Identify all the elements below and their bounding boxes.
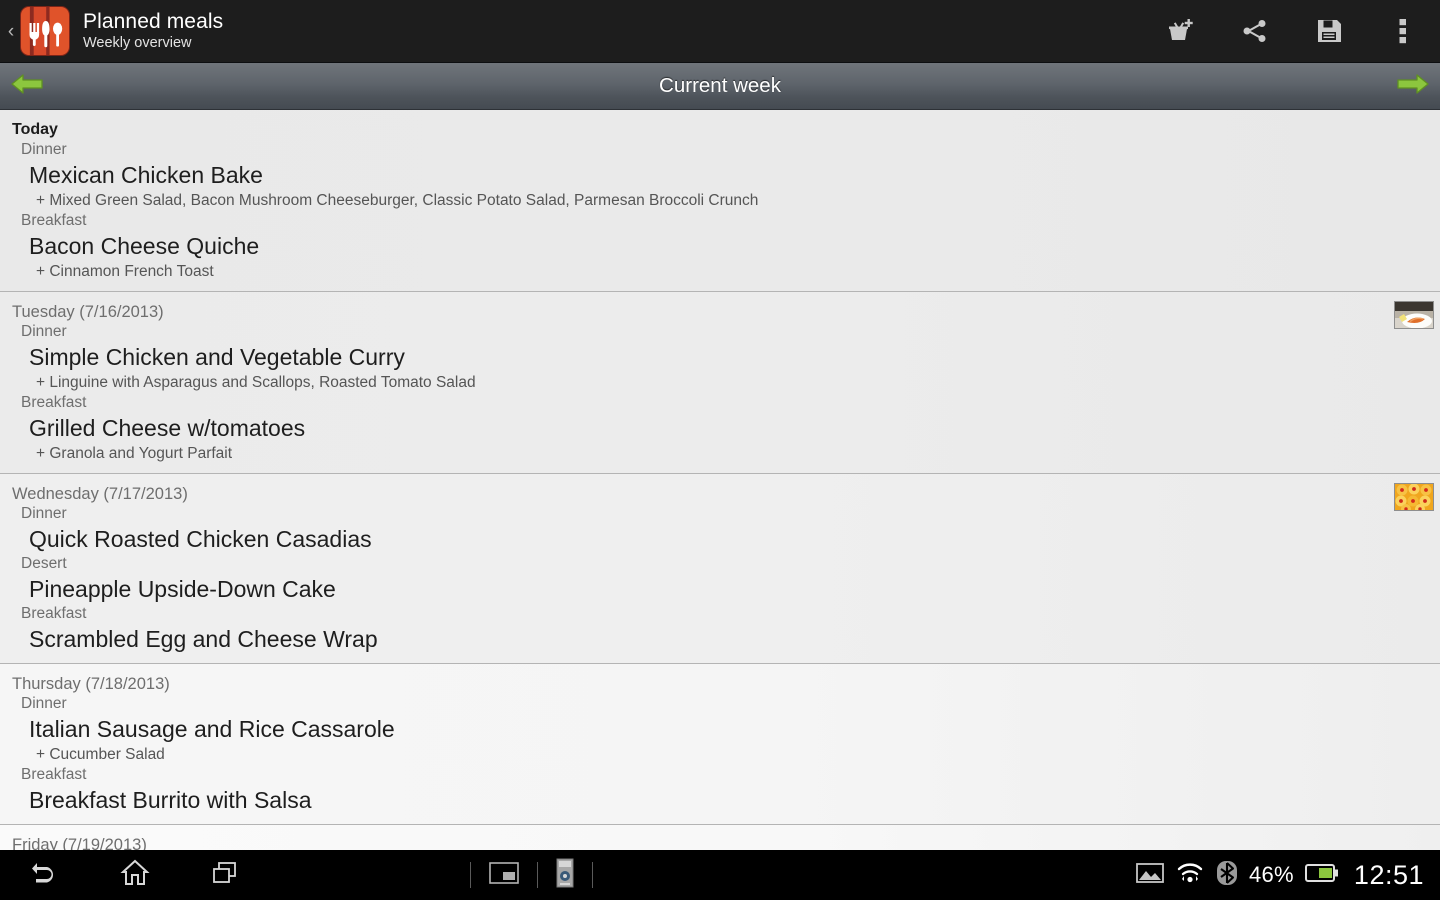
day-header: Today xyxy=(12,121,58,138)
dish-name[interactable]: Quick Roasted Chicken Casadias xyxy=(0,524,1440,554)
day-section[interactable]: Tuesday (7/16/2013) Dinner Simple Chicken … xyxy=(0,292,1440,474)
week-navigation-bar: Current week xyxy=(0,62,1440,110)
save-button[interactable] xyxy=(1292,0,1366,62)
side-dishes: + Granola and Yogurt Parfait xyxy=(36,445,233,462)
share-button[interactable] xyxy=(1218,0,1292,62)
side-dishes: + Cinnamon French Toast xyxy=(36,263,214,280)
meal-type-label: Breakfast xyxy=(21,394,87,411)
dish-name[interactable]: Italian Sausage and Rice Cassarole xyxy=(0,714,1440,744)
share-icon xyxy=(1240,16,1270,46)
dish-name[interactable]: Simple Chicken and Vegetable Curry xyxy=(0,342,1440,372)
meal-thumbnail[interactable] xyxy=(1394,301,1434,329)
day-header: Tuesday (7/16/2013) xyxy=(12,303,164,321)
more-vertical-icon xyxy=(1398,17,1408,45)
image-icon xyxy=(1136,861,1164,890)
meal-type-label: Dinner xyxy=(21,505,67,522)
basket-plus-icon xyxy=(1166,16,1196,46)
up-navigation-chevron-icon[interactable]: ‹ xyxy=(2,22,20,41)
home-icon xyxy=(120,859,150,892)
meal-type-label: Breakfast xyxy=(21,605,87,622)
weekly-meal-list[interactable]: Today Dinner Mexican Chicken Bake + Mixed G… xyxy=(0,110,1440,850)
recent-apps-icon xyxy=(210,860,240,891)
clock-label: 12:51 xyxy=(1353,859,1424,890)
recent-apps-button[interactable] xyxy=(180,850,270,900)
title-block: Planned meals Weekly overview xyxy=(83,9,224,51)
side-dishes: + Linguine with Asparagus and Scallops, … xyxy=(36,374,476,391)
bluetooth-icon xyxy=(1216,860,1238,891)
wifi-icon xyxy=(1175,861,1205,890)
small-app-window-icon[interactable] xyxy=(489,861,519,890)
day-header: Friday (7/19/2013) xyxy=(12,836,147,850)
day-section[interactable]: Thursday (7/18/2013) Dinner Italian Sausag… xyxy=(0,664,1440,825)
day-section[interactable]: Wednesday (7/17/2013) Dinner Quick Roasted… xyxy=(0,474,1440,664)
meal-type-label: Dinner xyxy=(21,323,67,340)
dish-name[interactable]: Grilled Cheese w/tomatoes xyxy=(0,413,1440,443)
status-tray: 46% 12:51 xyxy=(1136,860,1440,891)
day-header: Thursday (7/18/2013) xyxy=(12,675,170,693)
divider xyxy=(470,862,471,888)
small-apps-tray xyxy=(470,858,593,893)
system-navigation-bar: 46% 12:51 xyxy=(0,850,1440,900)
dish-name[interactable]: Breakfast Burrito with Salsa xyxy=(0,785,1440,815)
app-icon[interactable] xyxy=(20,6,70,56)
back-button[interactable] xyxy=(0,850,90,900)
side-dishes: + Cucumber Salad xyxy=(36,746,165,763)
day-header: Wednesday (7/17/2013) xyxy=(12,485,188,503)
meal-type-label: Desert xyxy=(21,555,67,572)
day-section[interactable]: Today Dinner Mexican Chicken Bake + Mixed G… xyxy=(0,110,1440,292)
floppy-save-icon xyxy=(1314,16,1344,46)
meal-thumbnail[interactable] xyxy=(1394,483,1434,511)
small-app-remote-icon[interactable] xyxy=(556,858,574,893)
meal-type-label: Dinner xyxy=(21,141,67,158)
dish-name[interactable]: Scrambled Egg and Cheese Wrap xyxy=(0,624,1440,654)
add-to-shopping-list-button[interactable] xyxy=(1144,0,1218,62)
current-week-label: Current week xyxy=(659,74,781,97)
next-week-button[interactable] xyxy=(1386,63,1440,110)
divider xyxy=(537,862,538,888)
day-section[interactable]: Friday (7/19/2013)DinnerMexican Chicken … xyxy=(0,825,1440,850)
title-bar: ‹ Planned meals Weekly overview xyxy=(0,0,1440,62)
overflow-menu-button[interactable] xyxy=(1366,0,1440,62)
divider xyxy=(592,862,593,888)
back-icon xyxy=(30,860,60,891)
meal-type-label: Dinner xyxy=(21,695,67,712)
meal-type-label: Breakfast xyxy=(21,212,87,229)
battery-percent-label: 46% xyxy=(1248,862,1294,887)
previous-week-button[interactable] xyxy=(0,63,54,110)
meal-type-label: Breakfast xyxy=(21,766,87,783)
home-button[interactable] xyxy=(90,850,180,900)
arrow-left-icon xyxy=(10,72,44,101)
arrow-right-icon xyxy=(1396,72,1430,101)
dish-name[interactable]: Mexican Chicken Bake xyxy=(0,160,1440,190)
side-dishes: + Mixed Green Salad, Bacon Mushroom Chee… xyxy=(36,192,759,209)
page-subtitle: Weekly overview xyxy=(83,34,192,51)
dish-name[interactable]: Pineapple Upside-Down Cake xyxy=(0,574,1440,604)
page-title: Planned meals xyxy=(83,9,224,33)
dish-name[interactable]: Bacon Cheese Quiche xyxy=(0,231,1440,261)
battery-icon xyxy=(1304,862,1339,889)
action-bar xyxy=(1144,0,1440,62)
app-root: ‹ Planned meals Weekly overview Current … xyxy=(0,0,1440,900)
